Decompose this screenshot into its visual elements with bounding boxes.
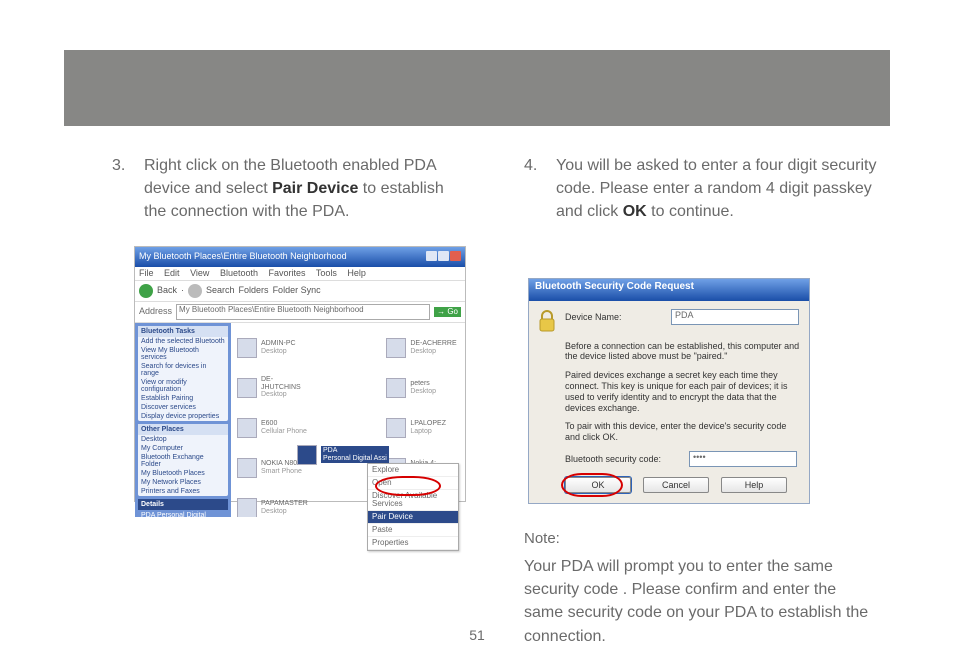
ctx-discover[interactable]: Discover Available Services <box>368 490 458 511</box>
back-label[interactable]: Back <box>157 286 177 295</box>
search-label[interactable]: Search <box>206 286 235 295</box>
place-item[interactable]: Printers and Faxes <box>138 487 228 496</box>
menu-bar: File Edit View Bluetooth Favorites Tools… <box>135 267 465 281</box>
details-title: Details <box>138 499 228 510</box>
device-item[interactable]: DE-ACHERREDesktop <box>386 329 459 367</box>
menu-help[interactable]: Help <box>347 268 366 278</box>
dialog-title: Bluetooth Security Code Request <box>529 279 809 301</box>
ctx-open[interactable]: Open <box>368 477 458 490</box>
back-icon[interactable] <box>139 284 153 298</box>
sidebar: Bluetooth Tasks Add the selected Bluetoo… <box>135 323 231 517</box>
dialog-paragraph-1: Before a connection can be established, … <box>565 341 801 363</box>
window-title: My Bluetooth Places\Entire Bluetooth Nei… <box>139 252 347 261</box>
device-item[interactable]: PAPAMASTERDesktop <box>237 489 310 517</box>
step-3: 3. Right click on the Bluetooth enabled … <box>112 154 467 224</box>
menu-tools[interactable]: Tools <box>316 268 337 278</box>
minimize-button[interactable] <box>426 251 437 261</box>
task-item[interactable]: View My Bluetooth services <box>138 346 228 362</box>
cancel-button[interactable]: Cancel <box>643 477 709 493</box>
step-3-text: Right click on the Bluetooth enabled PDA… <box>144 154 467 224</box>
step-4-text-after: to continue. <box>647 203 734 220</box>
help-button[interactable]: Help <box>721 477 787 493</box>
address-label: Address <box>139 307 172 316</box>
step-4: 4. You will be asked to enter a four dig… <box>524 154 879 224</box>
ctx-paste[interactable]: Paste <box>368 524 458 537</box>
step-number: 3. <box>112 154 144 224</box>
desktop-icon <box>237 498 257 517</box>
desktop-icon <box>386 338 406 358</box>
close-button[interactable] <box>450 251 461 261</box>
phone-icon <box>237 458 257 478</box>
device-item[interactable]: petersDesktop <box>386 369 459 407</box>
pda-icon <box>297 445 317 465</box>
place-item[interactable]: My Computer <box>138 444 228 453</box>
menu-edit[interactable]: Edit <box>164 268 180 278</box>
menu-bluetooth[interactable]: Bluetooth <box>220 268 258 278</box>
go-button[interactable]: → Go <box>434 307 461 317</box>
device-item[interactable]: E600Cellular Phone <box>237 409 310 447</box>
desktop-icon <box>237 338 257 358</box>
desktop-icon <box>386 378 406 398</box>
desktop-icon <box>237 378 257 398</box>
forward-icon[interactable] <box>188 284 202 298</box>
maximize-button[interactable] <box>438 251 449 261</box>
task-item[interactable]: View or modify configuration <box>138 378 228 394</box>
note-label: Note: <box>524 530 879 547</box>
laptop-icon <box>386 418 406 438</box>
ok-button[interactable]: OK <box>565 477 631 493</box>
details-panel: Details PDA Personal Digital Assistant <box>138 499 228 517</box>
task-item[interactable]: Discover services <box>138 403 228 412</box>
step-number: 4. <box>524 154 556 224</box>
step-4-text-bold: OK <box>623 203 647 220</box>
task-item[interactable]: Add the selected Bluetooth <box>138 337 228 346</box>
address-input[interactable]: My Bluetooth Places\Entire Bluetooth Nei… <box>176 304 430 320</box>
bluetooth-tasks-panel: Bluetooth Tasks Add the selected Bluetoo… <box>138 326 228 421</box>
device-item[interactable]: DE-JHUTCHINSDesktop <box>237 369 310 407</box>
dialog-paragraph-2: Paired devices exchange a secret key eac… <box>565 370 801 413</box>
place-item[interactable]: Bluetooth Exchange Folder <box>138 453 228 469</box>
phone-icon <box>237 418 257 438</box>
device-name-input[interactable]: PDA <box>671 309 799 325</box>
ctx-explore[interactable]: Explore <box>368 464 458 477</box>
device-item[interactable]: ADMIN-PCDesktop <box>237 329 310 367</box>
place-item[interactable]: Desktop <box>138 435 228 444</box>
window-buttons <box>425 251 461 263</box>
task-item[interactable]: Establish Pairing <box>138 394 228 403</box>
gray-banner <box>64 50 890 126</box>
step-4-text: You will be asked to enter a four digit … <box>556 154 879 224</box>
dialog-paragraph-3: To pair with this device, enter the devi… <box>565 421 801 443</box>
menu-favorites[interactable]: Favorites <box>268 268 305 278</box>
security-code-label: Bluetooth security code: <box>565 454 683 464</box>
ctx-pair-device[interactable]: Pair Device <box>368 511 458 524</box>
toolbar: Back · Search Folders Folder Sync <box>135 281 465 302</box>
task-item[interactable]: Display device properties <box>138 412 228 421</box>
lock-icon <box>537 309 557 333</box>
window-titlebar: My Bluetooth Places\Entire Bluetooth Nei… <box>135 247 465 267</box>
details-text: PDA Personal Digital Assistant <box>138 510 228 517</box>
menu-file[interactable]: File <box>139 268 154 278</box>
ctx-properties[interactable]: Properties <box>368 537 458 550</box>
place-item[interactable]: My Bluetooth Places <box>138 469 228 478</box>
device-item[interactable]: LPALOPEZLaptop <box>386 409 459 447</box>
bluetooth-tasks-title: Bluetooth Tasks <box>138 326 228 337</box>
device-name-label: Device Name: <box>565 312 665 322</box>
device-pda-selected[interactable]: PDAPersonal Digital Assi <box>297 445 393 465</box>
menu-view[interactable]: View <box>190 268 209 278</box>
security-code-input[interactable]: •••• <box>689 451 797 467</box>
security-code-dialog: Bluetooth Security Code Request Device N… <box>528 278 810 504</box>
other-places-title: Other Places <box>138 424 228 435</box>
place-item[interactable]: My Network Places <box>138 478 228 487</box>
page-number: 51 <box>0 627 954 643</box>
bluetooth-explorer-screenshot: My Bluetooth Places\Entire Bluetooth Nei… <box>134 246 466 502</box>
folder-sync-label[interactable]: Folder Sync <box>273 286 321 295</box>
step-3-text-bold: Pair Device <box>272 180 358 197</box>
other-places-panel: Other Places Desktop My Computer Bluetoo… <box>138 424 228 496</box>
address-bar: Address My Bluetooth Places\Entire Bluet… <box>135 302 465 323</box>
task-item[interactable]: Search for devices in range <box>138 362 228 378</box>
folders-label[interactable]: Folders <box>239 286 269 295</box>
context-menu: Explore Open Discover Available Services… <box>367 463 459 551</box>
